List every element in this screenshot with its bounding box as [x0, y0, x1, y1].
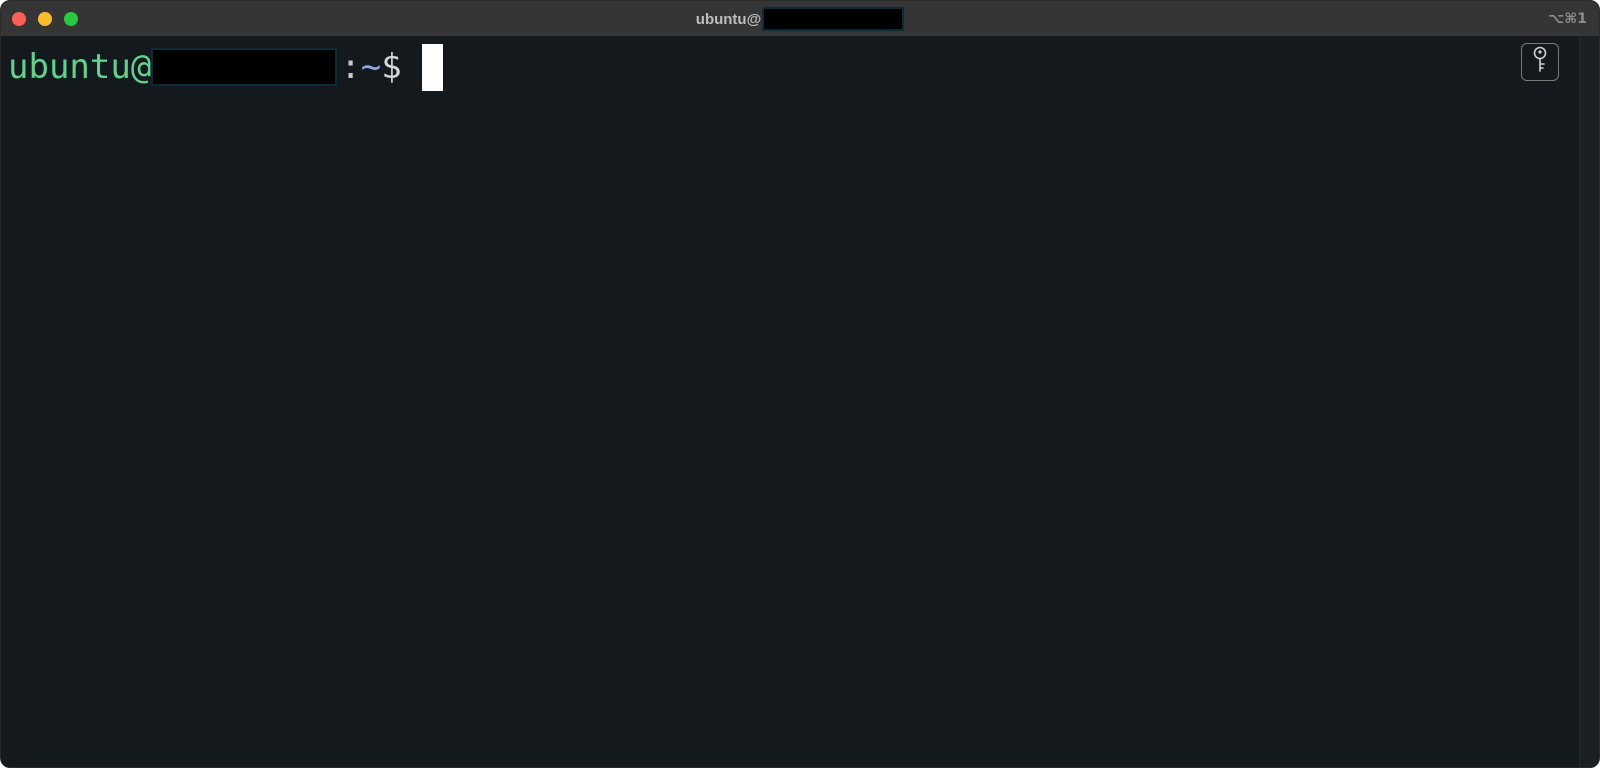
redacted-hostname-title [762, 7, 905, 31]
terminal-content-area[interactable]: ubuntu @ : ~ $ [1, 37, 1581, 767]
prompt-path: ~ [360, 47, 382, 87]
prompt-user: ubuntu [8, 47, 131, 87]
redacted-hostname-prompt [151, 48, 338, 86]
key-icon [1532, 46, 1548, 79]
title-bar[interactable]: ubuntu@ ⌥⌘1 [1, 1, 1599, 37]
secure-input-key-button[interactable] [1521, 43, 1559, 81]
window-title: ubuntu@ [1, 1, 1599, 37]
prompt-at: @ [130, 47, 152, 87]
shell-prompt: ubuntu @ : ~ $ [8, 43, 443, 91]
text-cursor [421, 43, 443, 91]
terminal-window: ubuntu@ ⌥⌘1 ubuntu @ : ~ $ [0, 0, 1600, 768]
window-title-prefix: ubuntu@ [695, 10, 762, 28]
prompt-dollar: $ [381, 47, 402, 87]
prompt-colon: : [340, 47, 361, 87]
vertical-scrollbar[interactable] [1579, 37, 1599, 767]
window-shortcut-label: ⌥⌘1 [1548, 11, 1587, 27]
